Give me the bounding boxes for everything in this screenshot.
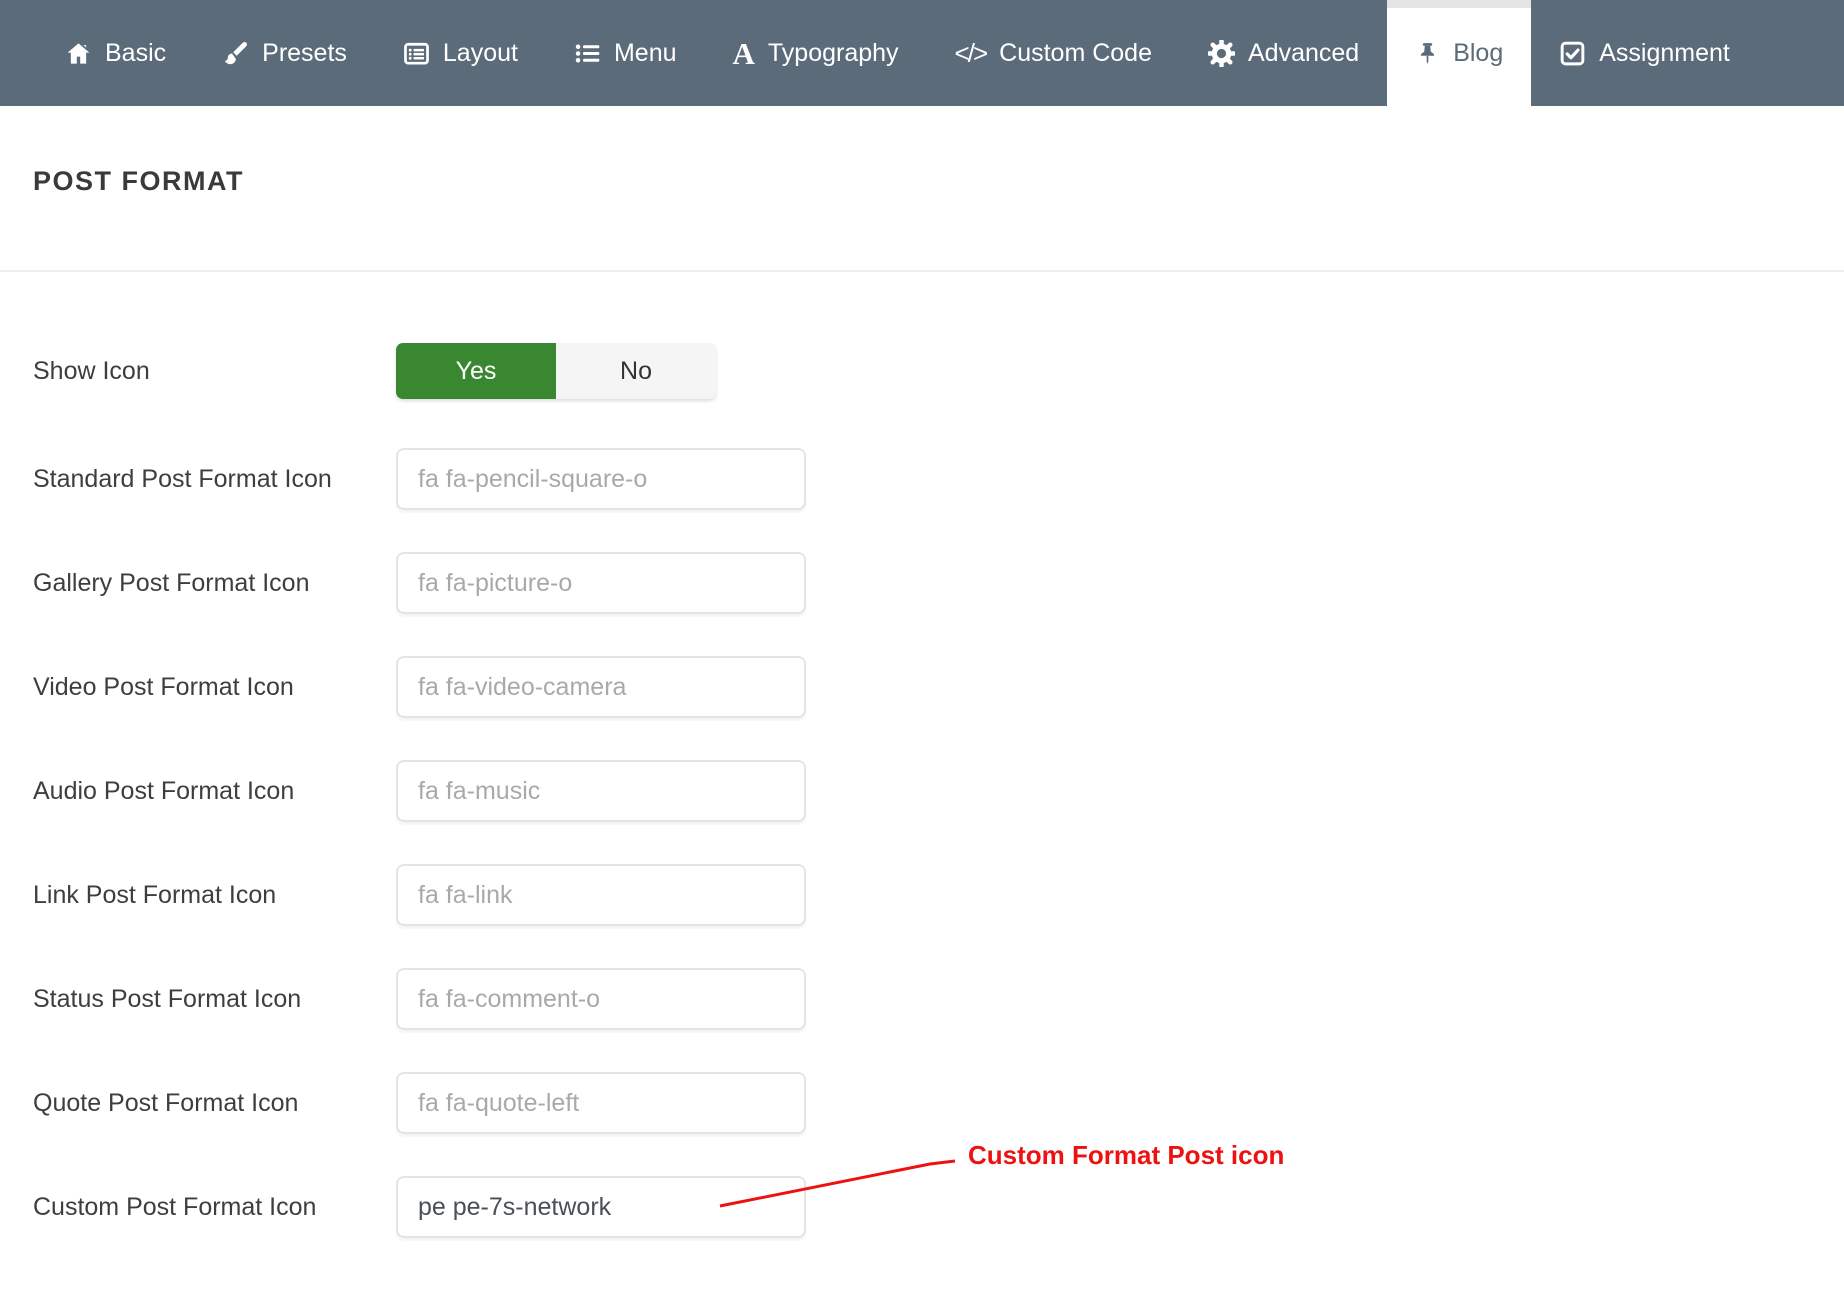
tab-label: Typography [768, 39, 899, 68]
tab-typography[interactable]: A Typography [705, 0, 927, 106]
show-icon-option-no[interactable]: No [556, 343, 716, 399]
tab-blog[interactable]: Blog [1387, 0, 1531, 106]
custom-post-format-icon-row: Custom Post Format Icon [33, 1176, 1844, 1238]
settings-tab-bar: Basic Presets Layout Menu A Typography </> Cust… [0, 0, 1844, 106]
section-header: POST FORMAT [0, 106, 1844, 272]
tab-label: Assignment [1599, 39, 1730, 68]
tab-layout[interactable]: Layout [375, 0, 546, 106]
tab-basic[interactable]: Basic [37, 0, 194, 106]
show-icon-label: Show Icon [33, 357, 396, 386]
field-label: Standard Post Format Icon [33, 465, 396, 494]
font-icon: A [733, 38, 755, 69]
tab-label: Menu [614, 39, 677, 68]
check-square-icon [1559, 40, 1586, 67]
gallery-post-format-icon-row: Gallery Post Format Icon [33, 552, 1844, 614]
pin-icon [1415, 41, 1440, 66]
quote-post-format-icon-input[interactable] [396, 1072, 806, 1134]
gear-icon [1208, 40, 1235, 67]
menu-list-icon [574, 40, 601, 67]
tab-label: Blog [1453, 39, 1503, 68]
post-format-form: Show Icon YesNo Standard Post Format Ico… [0, 343, 1844, 1238]
field-label: Video Post Format Icon [33, 673, 396, 702]
video-post-format-icon-row: Video Post Format Icon [33, 656, 1844, 718]
tab-assignment[interactable]: Assignment [1531, 0, 1758, 106]
page-title: POST FORMAT [33, 166, 1844, 197]
annotation-label: Custom Format Post icon [968, 1140, 1284, 1171]
link-post-format-icon-input[interactable] [396, 864, 806, 926]
tab-presets[interactable]: Presets [194, 0, 375, 106]
status-post-format-icon-input[interactable] [396, 968, 806, 1030]
audio-post-format-icon-input[interactable] [396, 760, 806, 822]
standard-post-format-icon-input[interactable] [396, 448, 806, 510]
tab-label: Basic [105, 39, 166, 68]
home-icon [65, 40, 92, 67]
layout-icon [403, 40, 430, 67]
field-label: Gallery Post Format Icon [33, 569, 396, 598]
tab-custom-code[interactable]: </> Custom Code [927, 0, 1180, 106]
tab-menu[interactable]: Menu [546, 0, 705, 106]
tab-advanced[interactable]: Advanced [1180, 0, 1387, 106]
tab-label: Custom Code [999, 39, 1152, 68]
paintbrush-icon [222, 40, 249, 67]
icon-field-list: Standard Post Format Icon Gallery Post Fo… [33, 448, 1844, 1238]
show-icon-toggle: YesNo [396, 343, 716, 399]
audio-post-format-icon-row: Audio Post Format Icon [33, 760, 1844, 822]
field-label: Custom Post Format Icon [33, 1193, 396, 1222]
field-label: Quote Post Format Icon [33, 1089, 396, 1118]
field-label: Audio Post Format Icon [33, 777, 396, 806]
link-post-format-icon-row: Link Post Format Icon [33, 864, 1844, 926]
code-icon: </> [955, 40, 987, 66]
standard-post-format-icon-row: Standard Post Format Icon [33, 448, 1844, 510]
field-label: Link Post Format Icon [33, 881, 396, 910]
field-label: Status Post Format Icon [33, 985, 396, 1014]
video-post-format-icon-input[interactable] [396, 656, 806, 718]
show-icon-option-yes[interactable]: Yes [396, 343, 556, 399]
tab-label: Layout [443, 39, 518, 68]
show-icon-row: Show Icon YesNo [33, 343, 1844, 399]
status-post-format-icon-row: Status Post Format Icon [33, 968, 1844, 1030]
tab-label: Presets [262, 39, 347, 68]
active-tab-indicator [1387, 0, 1531, 8]
tab-label: Advanced [1248, 39, 1359, 68]
gallery-post-format-icon-input[interactable] [396, 552, 806, 614]
quote-post-format-icon-row: Quote Post Format Icon [33, 1072, 1844, 1134]
custom-post-format-icon-input[interactable] [396, 1176, 806, 1238]
